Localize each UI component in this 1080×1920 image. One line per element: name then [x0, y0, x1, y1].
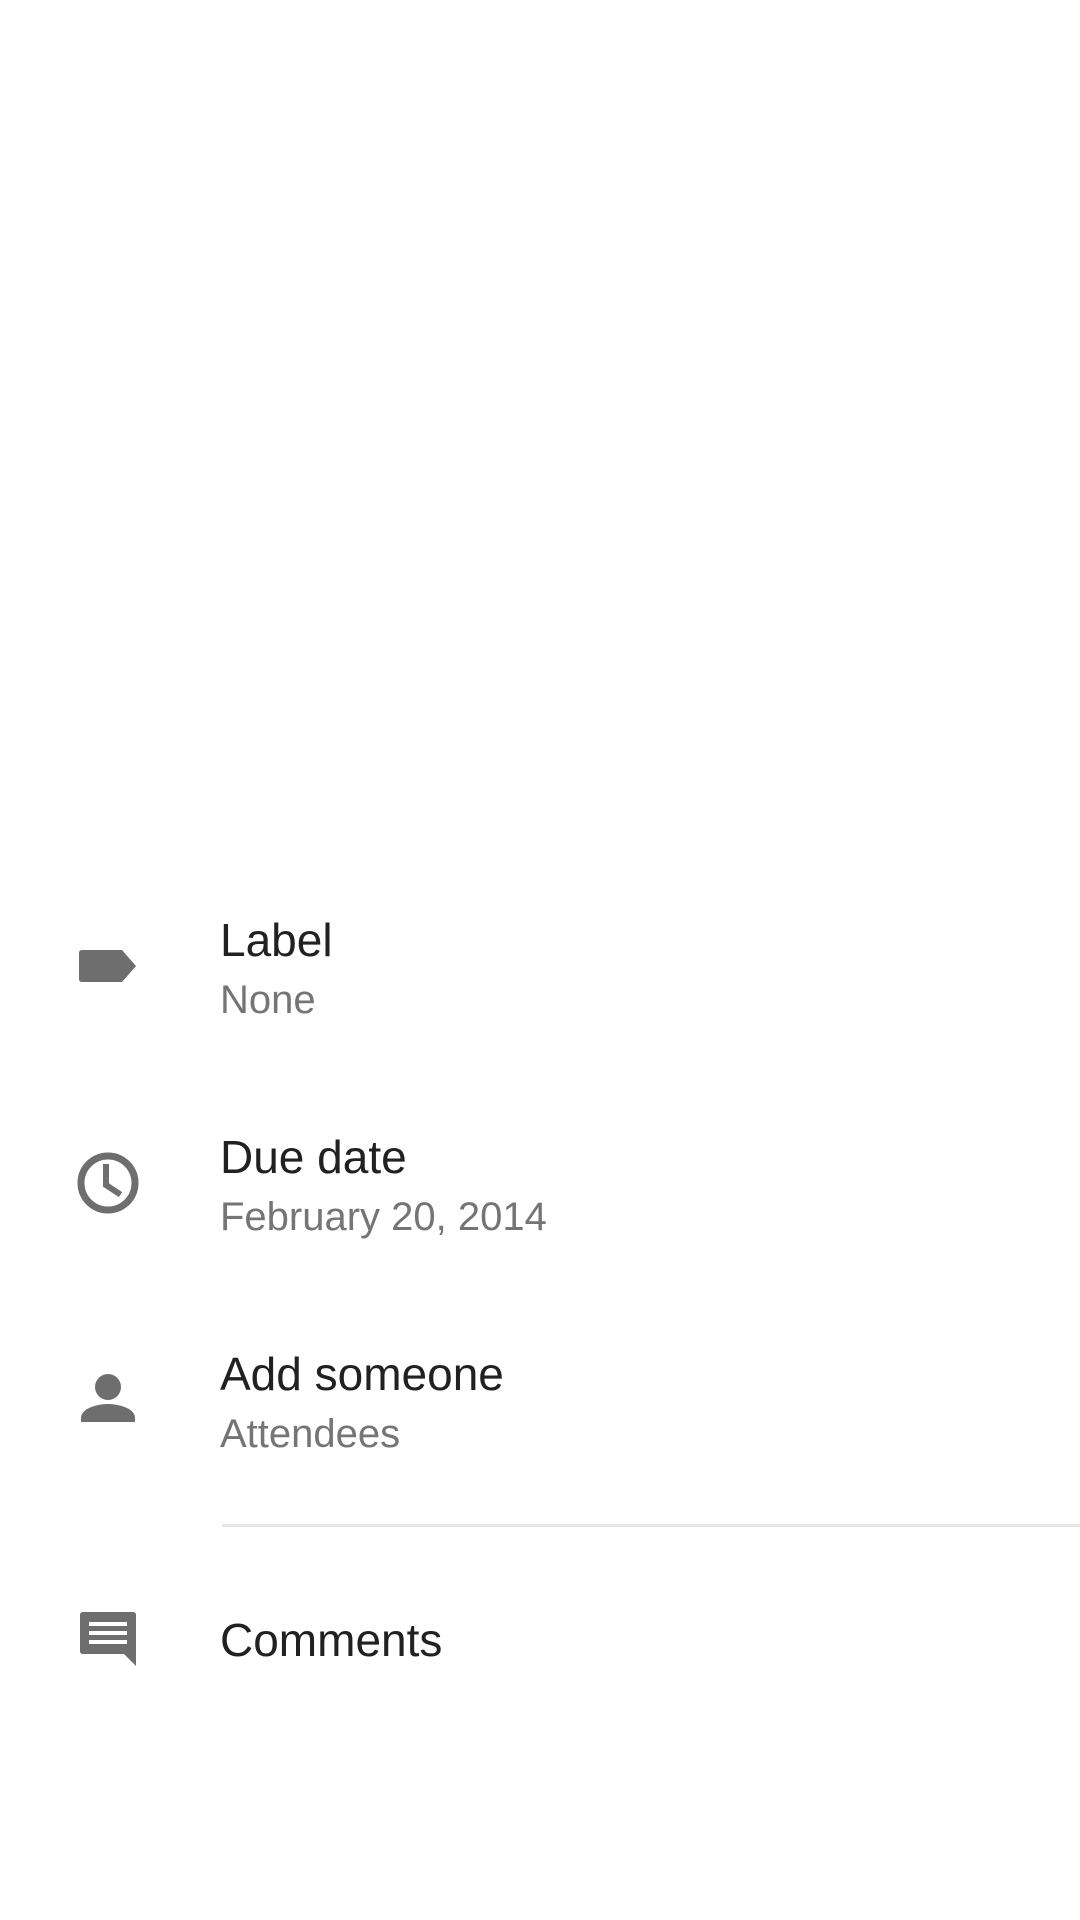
label-row[interactable]: Label None: [0, 900, 1080, 1040]
task-details-screen: Label None Due date February 20, 2014 Ad…: [0, 0, 1080, 1920]
due-date-row[interactable]: Due date February 20, 2014: [0, 1117, 1080, 1257]
add-someone-row[interactable]: Add someone Attendees: [0, 1334, 1080, 1474]
label-icon: [79, 950, 136, 982]
due-date-value: February 20, 2014: [220, 1195, 547, 1239]
add-someone-title: Add someone: [220, 1348, 504, 1400]
label-title: Label: [220, 914, 333, 966]
section-divider: [222, 1524, 1080, 1527]
label-value: None: [220, 978, 316, 1022]
comments-row[interactable]: Comments: [0, 1590, 1080, 1720]
attendees-value: Attendees: [220, 1412, 401, 1456]
clock-icon: [77, 1152, 139, 1214]
due-date-title: Due date: [220, 1131, 407, 1183]
comment-icon: [80, 1612, 136, 1666]
comments-title: Comments: [220, 1614, 443, 1666]
person-icon: [81, 1374, 135, 1422]
